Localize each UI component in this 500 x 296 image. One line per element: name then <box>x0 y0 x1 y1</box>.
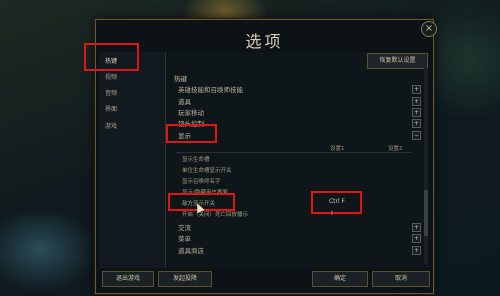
expand-icon[interactable]: + <box>412 246 421 255</box>
expand-icon[interactable]: + <box>412 108 421 117</box>
sidebar-item-video[interactable]: 视频 <box>105 72 117 81</box>
sidebar-item-audio[interactable]: 音频 <box>105 88 117 97</box>
group-player-movement[interactable]: 玩家移动 <box>178 107 204 117</box>
display-item-summoner-names[interactable]: 显示召唤师名字 <box>182 177 221 185</box>
expand-icon[interactable]: + <box>412 234 421 243</box>
exit-game-button[interactable]: 退出游戏 <box>102 271 154 287</box>
scrollbar-thumb[interactable] <box>424 190 428 236</box>
display-item-health-bars[interactable]: 显示生命槽 <box>182 155 210 163</box>
group-item-shop[interactable]: 道具商店 <box>178 245 204 255</box>
sidebar-item-interface[interactable]: 界面 <box>105 104 117 113</box>
options-sidebar <box>99 52 166 268</box>
display-item-death-replay[interactable]: 开启（关闭）死亡回放播示 <box>182 210 248 218</box>
text-cursor-icon: I <box>331 210 333 217</box>
expand-icon[interactable]: + <box>412 119 421 128</box>
restore-defaults-button[interactable]: 恢复默认设置 <box>367 53 428 69</box>
group-champion-abilities[interactable]: 英雄技能和召唤师技能 <box>178 84 243 94</box>
surrender-button[interactable]: 发起投降 <box>158 271 212 287</box>
expand-icon[interactable]: + <box>412 85 421 94</box>
hotkeys-section-label: 热键 <box>174 75 187 83</box>
display-item-unit-health-toggle[interactable]: 单位生命槽显示开关 <box>182 166 232 174</box>
divider <box>176 152 412 153</box>
group-items[interactable]: 道具 <box>178 96 191 106</box>
group-menu[interactable]: 菜单 <box>178 233 191 243</box>
highlight-hotkey-cell <box>311 191 362 214</box>
column-setting2: 设置2 <box>388 146 403 152</box>
dialog-title: 选项 <box>245 32 284 51</box>
group-communication[interactable]: 交流 <box>178 222 191 232</box>
expand-icon[interactable]: + <box>412 97 421 106</box>
highlight-hotkeys-tab <box>84 43 139 71</box>
expand-icon[interactable]: + <box>412 223 421 232</box>
cancel-button[interactable]: 取消 <box>372 271 430 287</box>
highlight-display-group <box>166 124 217 143</box>
column-setting1: 设置1 <box>330 146 345 152</box>
sidebar-item-game[interactable]: 游戏 <box>105 121 117 130</box>
collapse-icon[interactable]: − <box>412 131 421 140</box>
ok-button[interactable]: 确定 <box>312 271 368 287</box>
close-icon[interactable]: × <box>421 21 437 37</box>
